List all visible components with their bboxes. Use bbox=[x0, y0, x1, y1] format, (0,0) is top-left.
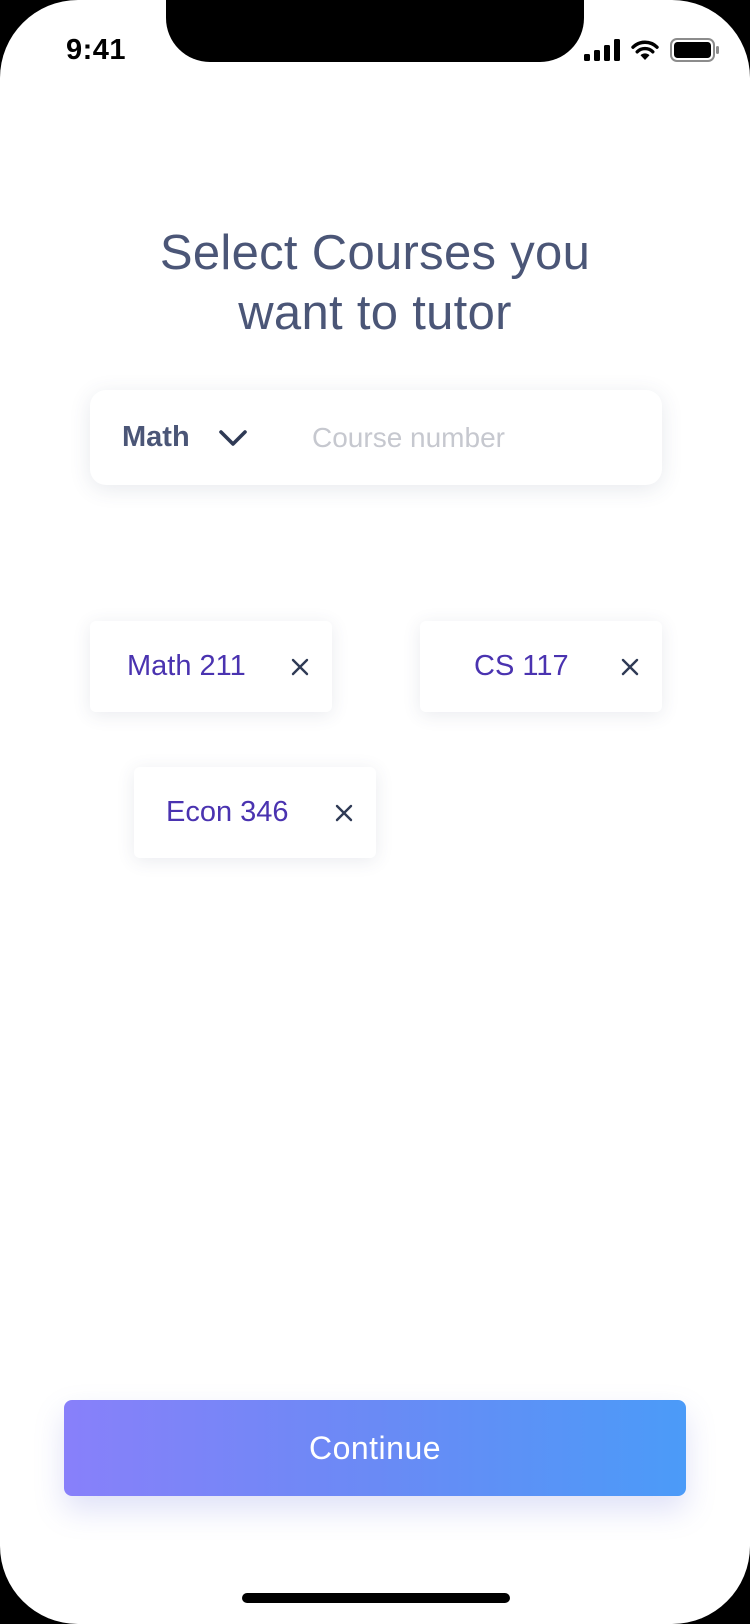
course-number-input[interactable] bbox=[310, 412, 634, 464]
home-indicator[interactable] bbox=[242, 1593, 510, 1603]
subject-dropdown[interactable]: Math bbox=[122, 390, 248, 485]
signal-icon bbox=[584, 39, 620, 61]
status-icons bbox=[584, 38, 720, 62]
status-time: 9:41 bbox=[66, 34, 127, 66]
course-chip-label: Econ 346 bbox=[166, 796, 289, 828]
phone-screen: 9:41 Select Courses you want to tutor Ma… bbox=[0, 0, 750, 1624]
close-icon bbox=[335, 804, 353, 822]
remove-course-button[interactable] bbox=[284, 651, 316, 683]
page-title-line-2: want to tutor bbox=[238, 285, 512, 340]
course-chip-label: Math 211 bbox=[127, 650, 246, 682]
course-chip-math-211: Math 211 bbox=[90, 621, 332, 712]
continue-button[interactable]: Continue bbox=[64, 1400, 686, 1496]
remove-course-button[interactable] bbox=[328, 797, 360, 829]
course-chip-cs-117: CS 117 bbox=[420, 621, 662, 712]
chevron-down-icon bbox=[218, 429, 247, 446]
course-chip-econ-346: Econ 346 bbox=[134, 767, 376, 858]
page-title-line-1: Select Courses you bbox=[159, 225, 591, 280]
course-chip-label: CS 117 bbox=[474, 650, 569, 682]
subject-dropdown-value: Math bbox=[122, 421, 190, 453]
course-search-card: Math bbox=[90, 390, 662, 485]
battery-icon bbox=[670, 38, 719, 62]
remove-course-button[interactable] bbox=[614, 651, 646, 683]
page-title: Select Courses you want to tutor bbox=[0, 223, 750, 343]
close-icon bbox=[291, 658, 309, 676]
wifi-icon bbox=[631, 40, 659, 60]
device-notch bbox=[166, 0, 584, 62]
close-icon bbox=[621, 658, 639, 676]
